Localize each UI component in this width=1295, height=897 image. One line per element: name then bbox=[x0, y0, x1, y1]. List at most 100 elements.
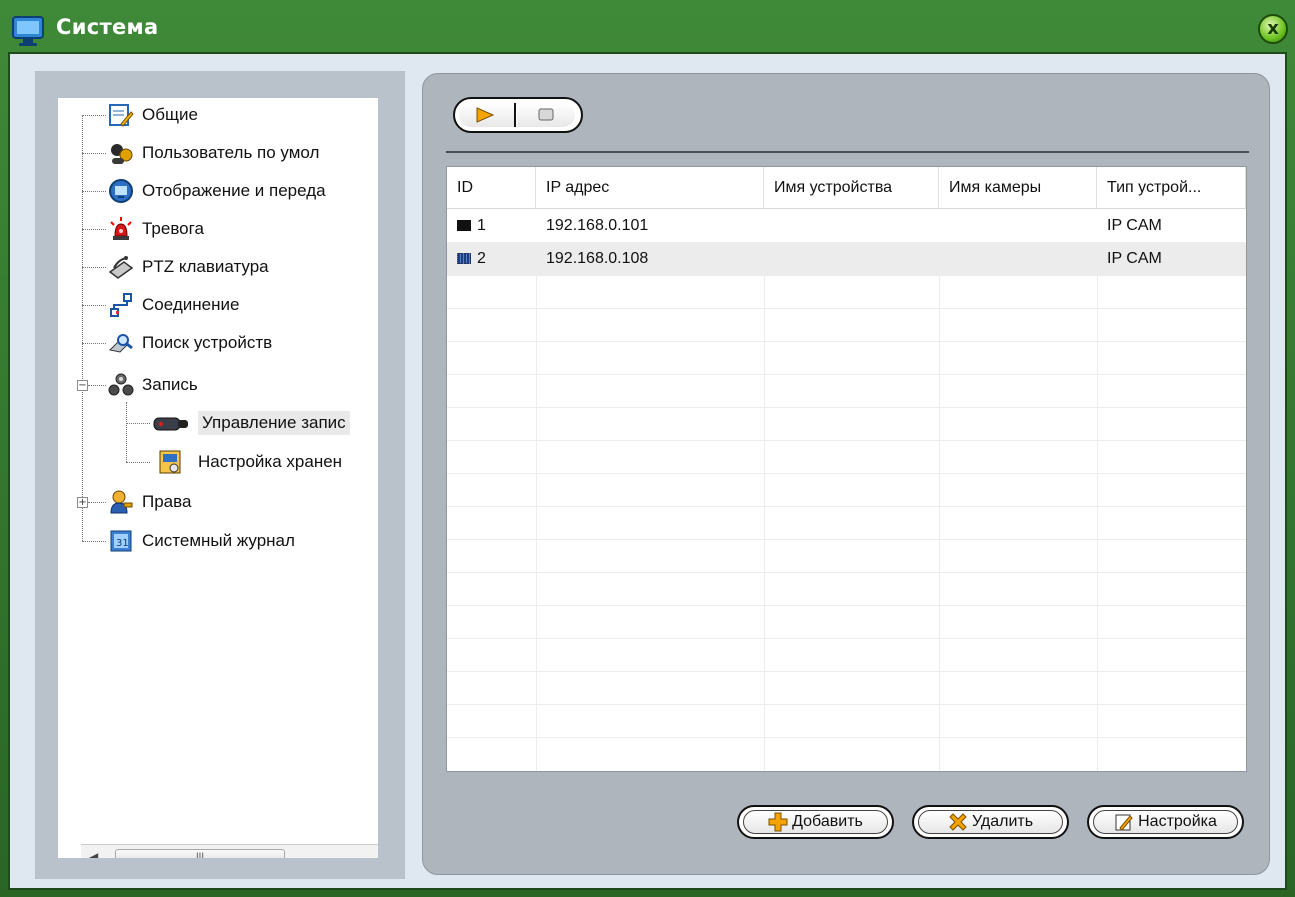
ptz-keyboard-icon bbox=[108, 254, 134, 280]
delete-icon bbox=[949, 813, 967, 831]
tree-connector bbox=[126, 402, 127, 462]
cell-device-type: IP CAM bbox=[1107, 249, 1162, 267]
table-row-selected[interactable]: 2 192.168.0.108 IP CAM bbox=[447, 242, 1246, 275]
column-header-device-type[interactable]: Тип устрой... bbox=[1097, 167, 1246, 209]
device-search-icon bbox=[108, 330, 134, 356]
column-header-device-name[interactable]: Имя устройства bbox=[764, 167, 939, 209]
cell-camera-name bbox=[939, 209, 1097, 242]
general-settings-icon bbox=[108, 102, 134, 128]
column-header-camera-name[interactable]: Имя камеры bbox=[939, 167, 1097, 209]
tree-horizontal-scrollbar[interactable]: ◀ III ▶ bbox=[81, 844, 378, 858]
device-table[interactable]: ID IP адрес Имя устройства Имя камеры Ти… bbox=[446, 166, 1247, 772]
scroll-left-arrow[interactable]: ◀ bbox=[89, 850, 98, 858]
tree-item-label: Права bbox=[142, 492, 192, 511]
grid-line bbox=[447, 539, 1246, 540]
tree-connector bbox=[88, 502, 106, 503]
tree-connector bbox=[88, 385, 106, 386]
cell-id: 2 bbox=[447, 242, 536, 275]
row-marker-icon bbox=[457, 220, 471, 231]
cell-device-type: IP CAM bbox=[1107, 216, 1162, 234]
add-button-label: Добавить bbox=[792, 813, 863, 830]
tree-item-connection[interactable]: Соединение bbox=[108, 288, 239, 322]
close-icon: x bbox=[1267, 18, 1279, 39]
grid-line bbox=[447, 506, 1246, 507]
tree-item-display[interactable]: Отображение и переда bbox=[108, 174, 326, 208]
tree-item-general[interactable]: Общие bbox=[108, 98, 198, 132]
tree-item-device-search[interactable]: Поиск устройств bbox=[108, 326, 272, 360]
delete-button-face: Удалить bbox=[918, 810, 1063, 834]
tree-item-ptz-keyboard[interactable]: PTZ клавиатура bbox=[108, 250, 269, 284]
default-user-icon bbox=[108, 140, 134, 166]
tree-connector bbox=[82, 153, 106, 154]
grid-line bbox=[764, 209, 765, 771]
tree-item-label: Соединение bbox=[142, 295, 240, 314]
tree-item-label: Настройка хранен bbox=[198, 452, 343, 471]
tree-item-permissions[interactable]: Права bbox=[108, 485, 191, 519]
delete-button[interactable]: Удалить bbox=[912, 805, 1069, 839]
delete-button-label: Удалить bbox=[971, 813, 1034, 830]
cell-ip: 192.168.0.101 bbox=[546, 216, 649, 234]
cell-id: 1 bbox=[447, 209, 536, 242]
tree-connector bbox=[82, 541, 106, 542]
window-client-area: − + Общие Пользователь по умол Отображен… bbox=[8, 52, 1287, 890]
grid-line bbox=[447, 374, 1246, 375]
add-button-face: Добавить bbox=[743, 810, 888, 834]
tree-connector bbox=[82, 267, 106, 268]
close-button[interactable]: x bbox=[1258, 14, 1288, 44]
tree-item-system-log[interactable]: 31 Системный журнал bbox=[108, 524, 295, 558]
grid-line bbox=[447, 473, 1246, 474]
cell-device-name bbox=[764, 209, 939, 242]
tree-connector bbox=[82, 305, 106, 306]
settings-button[interactable]: Настройка bbox=[1087, 805, 1244, 839]
toolbar-divider bbox=[446, 151, 1249, 153]
content-panel: ID IP адрес Имя устройства Имя камеры Ти… bbox=[422, 73, 1270, 875]
start-button[interactable] bbox=[459, 103, 516, 127]
monitor-icon bbox=[12, 16, 44, 46]
settings-button-label: Настройка bbox=[1138, 813, 1217, 830]
grid-line bbox=[447, 275, 1246, 276]
add-button[interactable]: Добавить bbox=[737, 805, 894, 839]
tree-connector bbox=[82, 191, 106, 192]
grid-line bbox=[447, 440, 1246, 441]
add-icon bbox=[768, 812, 788, 832]
row-marker-icon bbox=[457, 253, 471, 264]
grid-line bbox=[447, 341, 1246, 342]
scroll-thumb-grip: III bbox=[196, 852, 204, 858]
grid-line bbox=[939, 209, 940, 771]
table-row[interactable]: 1 192.168.0.101 IP CAM bbox=[447, 209, 1246, 242]
tree-connector bbox=[82, 115, 106, 116]
tree-item-record-management[interactable]: Управление запис bbox=[152, 406, 350, 440]
grid-line bbox=[447, 704, 1246, 705]
grid-line bbox=[447, 638, 1246, 639]
edit-settings-icon bbox=[1115, 814, 1133, 831]
tree-connector bbox=[82, 115, 83, 541]
network-connection-icon bbox=[108, 292, 134, 318]
tree-connector bbox=[82, 229, 106, 230]
title-bar[interactable]: Система x bbox=[0, 0, 1295, 52]
stop-button[interactable] bbox=[517, 103, 575, 127]
grid-line bbox=[447, 671, 1246, 672]
settings-tree[interactable]: − + Общие Пользователь по умол Отображен… bbox=[58, 98, 378, 858]
scroll-thumb[interactable]: III bbox=[115, 849, 285, 858]
storage-settings-icon bbox=[152, 449, 190, 475]
system-window: Система x − + Общие Пользователь по умол… bbox=[0, 0, 1295, 897]
cell-id-value: 1 bbox=[477, 216, 486, 234]
column-header-id[interactable]: ID bbox=[447, 167, 536, 209]
navigation-panel: − + Общие Пользователь по умол Отображен… bbox=[35, 71, 405, 879]
tree-item-label: Отображение и переда bbox=[142, 181, 326, 200]
tree-item-storage-settings[interactable]: Настройка хранен bbox=[152, 445, 342, 479]
column-header-ip[interactable]: IP адрес bbox=[536, 167, 764, 209]
collapse-toggle[interactable]: − bbox=[77, 380, 88, 391]
tree-item-alarm[interactable]: Тревога bbox=[108, 212, 204, 246]
tree-item-default-user[interactable]: Пользователь по умол bbox=[108, 136, 319, 170]
tree-item-label: Управление запис bbox=[198, 411, 350, 435]
svg-text:31: 31 bbox=[116, 538, 129, 549]
tree-item-recording[interactable]: Запись bbox=[108, 368, 198, 402]
users-permissions-icon bbox=[108, 489, 134, 515]
tree-item-label: Пользователь по умол bbox=[142, 143, 320, 162]
stop-icon bbox=[538, 108, 554, 121]
tree-connector bbox=[126, 423, 150, 424]
system-log-icon: 31 bbox=[108, 528, 134, 554]
expand-toggle[interactable]: + bbox=[77, 497, 88, 508]
alarm-siren-icon bbox=[108, 216, 134, 242]
